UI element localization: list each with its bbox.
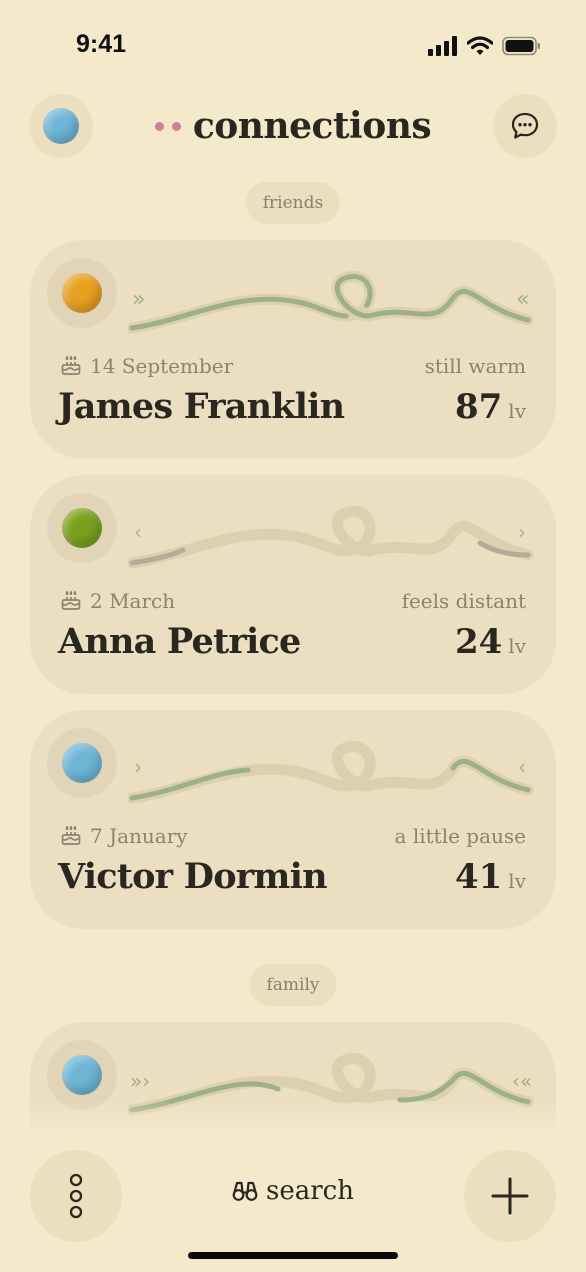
connection-wave: ‹ › (128, 506, 534, 569)
mood-ball (47, 728, 117, 798)
svg-text:›: › (134, 755, 142, 779)
connection-status: feels distant (401, 589, 526, 613)
signal-icon (428, 36, 457, 56)
level-value: 87 (454, 387, 503, 427)
connection-status: still warm (424, 354, 526, 378)
connection-wave: › ‹ (128, 741, 534, 804)
svg-text:‹: ‹ (518, 755, 526, 779)
svg-text:»›: »› (130, 1069, 150, 1093)
plus-icon (491, 1177, 529, 1215)
card-meta: 2 March feels distant (60, 589, 526, 613)
level-unit: lv (508, 869, 526, 893)
status-time: 9:41 (76, 30, 127, 58)
card-meta: 7 January a little pause (60, 824, 526, 848)
card-bottom: Anna Petrice 24 lv (58, 621, 526, 662)
birthday-date: 14 September (90, 354, 234, 378)
messages-button[interactable] (493, 94, 557, 158)
card-meta: 14 September still warm (60, 354, 526, 378)
chat-bubble-icon (511, 112, 539, 139)
connection-card[interactable]: ‹ › 2 March feels distant Anna Petrice 2… (30, 475, 556, 694)
contact-name: Anna Petrice (58, 621, 301, 662)
level-value: 24 (454, 622, 503, 662)
connection-status: a little pause (394, 824, 526, 848)
add-button[interactable] (464, 1150, 556, 1242)
svg-text:›: › (518, 520, 526, 544)
contact-name: Victor Dormin (58, 856, 328, 897)
svg-text:«: « (516, 287, 529, 312)
home-indicator (188, 1252, 398, 1259)
cake-icon (61, 355, 81, 375)
level-unit: lv (508, 399, 526, 423)
level-unit: lv (508, 634, 526, 658)
birthday: 7 January (60, 824, 188, 848)
mood-ball (47, 258, 117, 328)
cake-icon (61, 590, 81, 610)
connection-card[interactable]: » « 14 September still warm James Frankl… (30, 240, 556, 459)
battery-icon (502, 36, 540, 56)
page-title: connections (192, 105, 432, 147)
status-bar: 9:41 (0, 0, 586, 90)
svg-text:»: » (132, 287, 145, 312)
scroll-fade (0, 1100, 586, 1140)
birthday: 2 March (60, 589, 175, 613)
birthday-date: 7 January (90, 824, 188, 848)
dots-decoration (154, 121, 181, 131)
level-value: 41 (454, 857, 503, 897)
connection-wave: » « (128, 271, 534, 334)
svg-text:‹: ‹ (134, 520, 142, 544)
level: 24 lv (455, 622, 526, 662)
section-label-friends: friends (245, 182, 341, 224)
contact-name: James Franklin (58, 386, 345, 427)
wifi-icon (467, 36, 493, 55)
section-label-family: family (249, 964, 337, 1006)
connection-card[interactable]: › ‹ 7 January a little pause Victor Dorm… (30, 710, 556, 929)
binoculars-icon (232, 1181, 258, 1201)
svg-text:‹«: ‹« (512, 1069, 532, 1093)
card-bottom: James Franklin 87 lv (58, 386, 526, 427)
birthday-date: 2 March (90, 589, 176, 613)
birthday: 14 September (60, 354, 233, 378)
header: connections (0, 94, 586, 158)
status-icons (428, 36, 542, 56)
cake-icon (61, 825, 81, 845)
mood-ball (47, 493, 117, 563)
level: 87 lv (455, 387, 526, 427)
card-bottom: Victor Dormin 41 lv (58, 856, 526, 897)
level: 41 lv (455, 857, 526, 897)
search-label: search (266, 1176, 354, 1206)
